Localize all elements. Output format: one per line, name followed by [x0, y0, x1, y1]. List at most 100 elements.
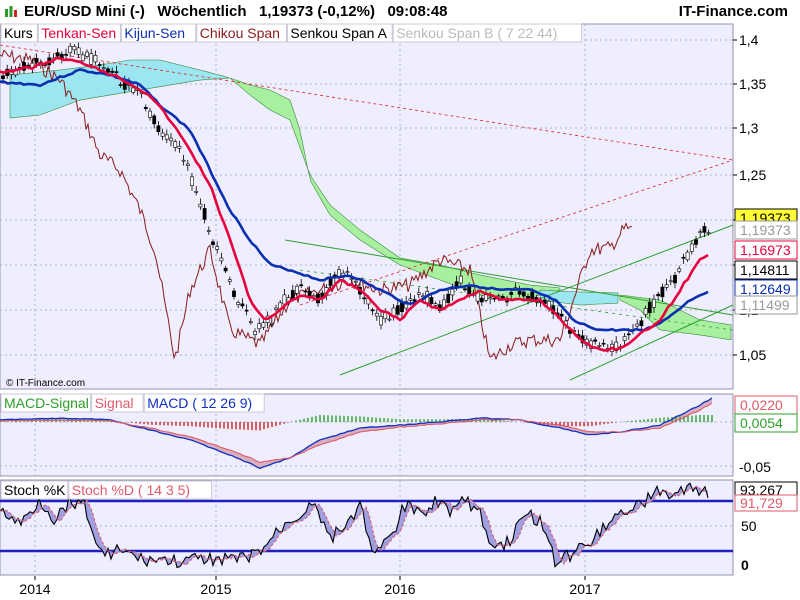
price-candle [505, 300, 509, 303]
price-candle [227, 279, 232, 282]
price-candle [152, 115, 157, 125]
price-legend-item: Kurs [4, 25, 33, 41]
price-candle [559, 313, 564, 317]
price-candle [240, 303, 245, 307]
price-value-label: 1,19373 [740, 222, 791, 238]
price-candle [106, 68, 110, 73]
price-candle [349, 278, 354, 281]
stoch-legend-item: Stoch %K [4, 482, 66, 498]
price-candle [290, 290, 295, 299]
price-candle [509, 292, 514, 295]
macd-legend-item: MACD-Signal [4, 395, 89, 411]
price-candle [206, 230, 211, 232]
price-candle [85, 51, 89, 57]
price-candle [190, 176, 194, 186]
price-candle [156, 125, 161, 132]
price-candle [1, 75, 5, 80]
price-candle [295, 285, 299, 294]
x-tick-label: 2017 [569, 581, 600, 597]
price-candle [253, 330, 257, 335]
price-candle [702, 226, 707, 233]
price-tick-label: 1,4 [739, 32, 759, 48]
price-legend-item: Chikou Span [200, 25, 280, 41]
macd-value-label: 0,0220 [740, 397, 783, 413]
price-candle [521, 291, 526, 297]
price-candle [622, 336, 627, 341]
price-candle [114, 71, 119, 73]
price-candle [362, 297, 367, 300]
price-candle [202, 208, 207, 220]
price-tick-label: 1,25 [739, 167, 766, 183]
price-candle [698, 231, 703, 233]
price-candle [177, 146, 182, 149]
price-candle [143, 107, 148, 109]
price-candle [219, 257, 224, 262]
price-candle [303, 290, 308, 293]
price-candle [76, 47, 81, 55]
price-candle [639, 320, 644, 327]
price-candle [429, 297, 434, 304]
price-candle [601, 342, 606, 345]
price-candle [374, 312, 379, 317]
price-candle [101, 67, 106, 70]
price-candle [89, 53, 94, 65]
price-candle [479, 297, 484, 303]
price-candle [68, 45, 73, 53]
price-candle [593, 339, 598, 342]
price-candle [211, 241, 215, 245]
price-candle [118, 84, 123, 86]
price-candle [185, 163, 190, 166]
price-value-label: 1,12649 [740, 281, 791, 297]
price-candle [328, 278, 333, 286]
price-candle [412, 299, 417, 302]
price-candle [395, 305, 400, 315]
price-candle [131, 87, 136, 93]
price-candle [496, 295, 501, 297]
macd-tick-label: -0,05 [739, 459, 771, 475]
chart-canvas: 1,41,351,31,251,21,151,11,05-0,055002014… [0, 23, 798, 597]
price-value-label: 1,11499 [740, 297, 790, 313]
price-candle [530, 291, 535, 301]
price-candle [173, 141, 178, 148]
price-candle [169, 137, 173, 142]
price-value-label: 1,14811 [740, 262, 790, 278]
price-candle [236, 302, 241, 305]
price-candle [442, 299, 446, 308]
price-candle [706, 232, 711, 235]
macd-legend-item: Signal [95, 395, 134, 411]
price-candle [282, 294, 287, 305]
price-candle [194, 191, 199, 193]
price-tick-label: 1,3 [739, 120, 759, 136]
price-candle [463, 288, 467, 291]
stoch-tick-label: 0 [741, 557, 749, 573]
price-candle [181, 159, 186, 162]
price-value-label: 1,16973 [740, 242, 791, 258]
price-candle [34, 58, 39, 63]
price-candle [660, 286, 665, 298]
price-candle [626, 333, 631, 336]
price-candle [269, 322, 274, 325]
x-tick-label: 2016 [384, 581, 415, 597]
price-candle [257, 323, 262, 330]
price-candle [198, 203, 203, 208]
price-candle [299, 284, 304, 287]
price-candle [664, 284, 669, 288]
price-candle [72, 46, 77, 51]
price-tick-label: 1,05 [739, 347, 766, 363]
price-legend-item: Senkou Span A [290, 25, 387, 41]
price-candle [488, 297, 493, 300]
price-legend-item: Senkou Span B ( 7 22 44) [396, 25, 557, 41]
price-candle [64, 53, 68, 56]
price-tick-label: 1,35 [739, 76, 766, 92]
price-candle [689, 243, 694, 252]
price-candle [164, 134, 169, 140]
price-candle [261, 322, 266, 328]
price-candle [232, 290, 236, 297]
price-candle [597, 345, 602, 347]
price-candle [433, 303, 438, 306]
price-candle [647, 302, 652, 314]
price-candle [370, 309, 375, 312]
price-candle [223, 267, 228, 272]
x-tick-label: 2014 [19, 581, 50, 597]
price-candle [93, 55, 98, 63]
